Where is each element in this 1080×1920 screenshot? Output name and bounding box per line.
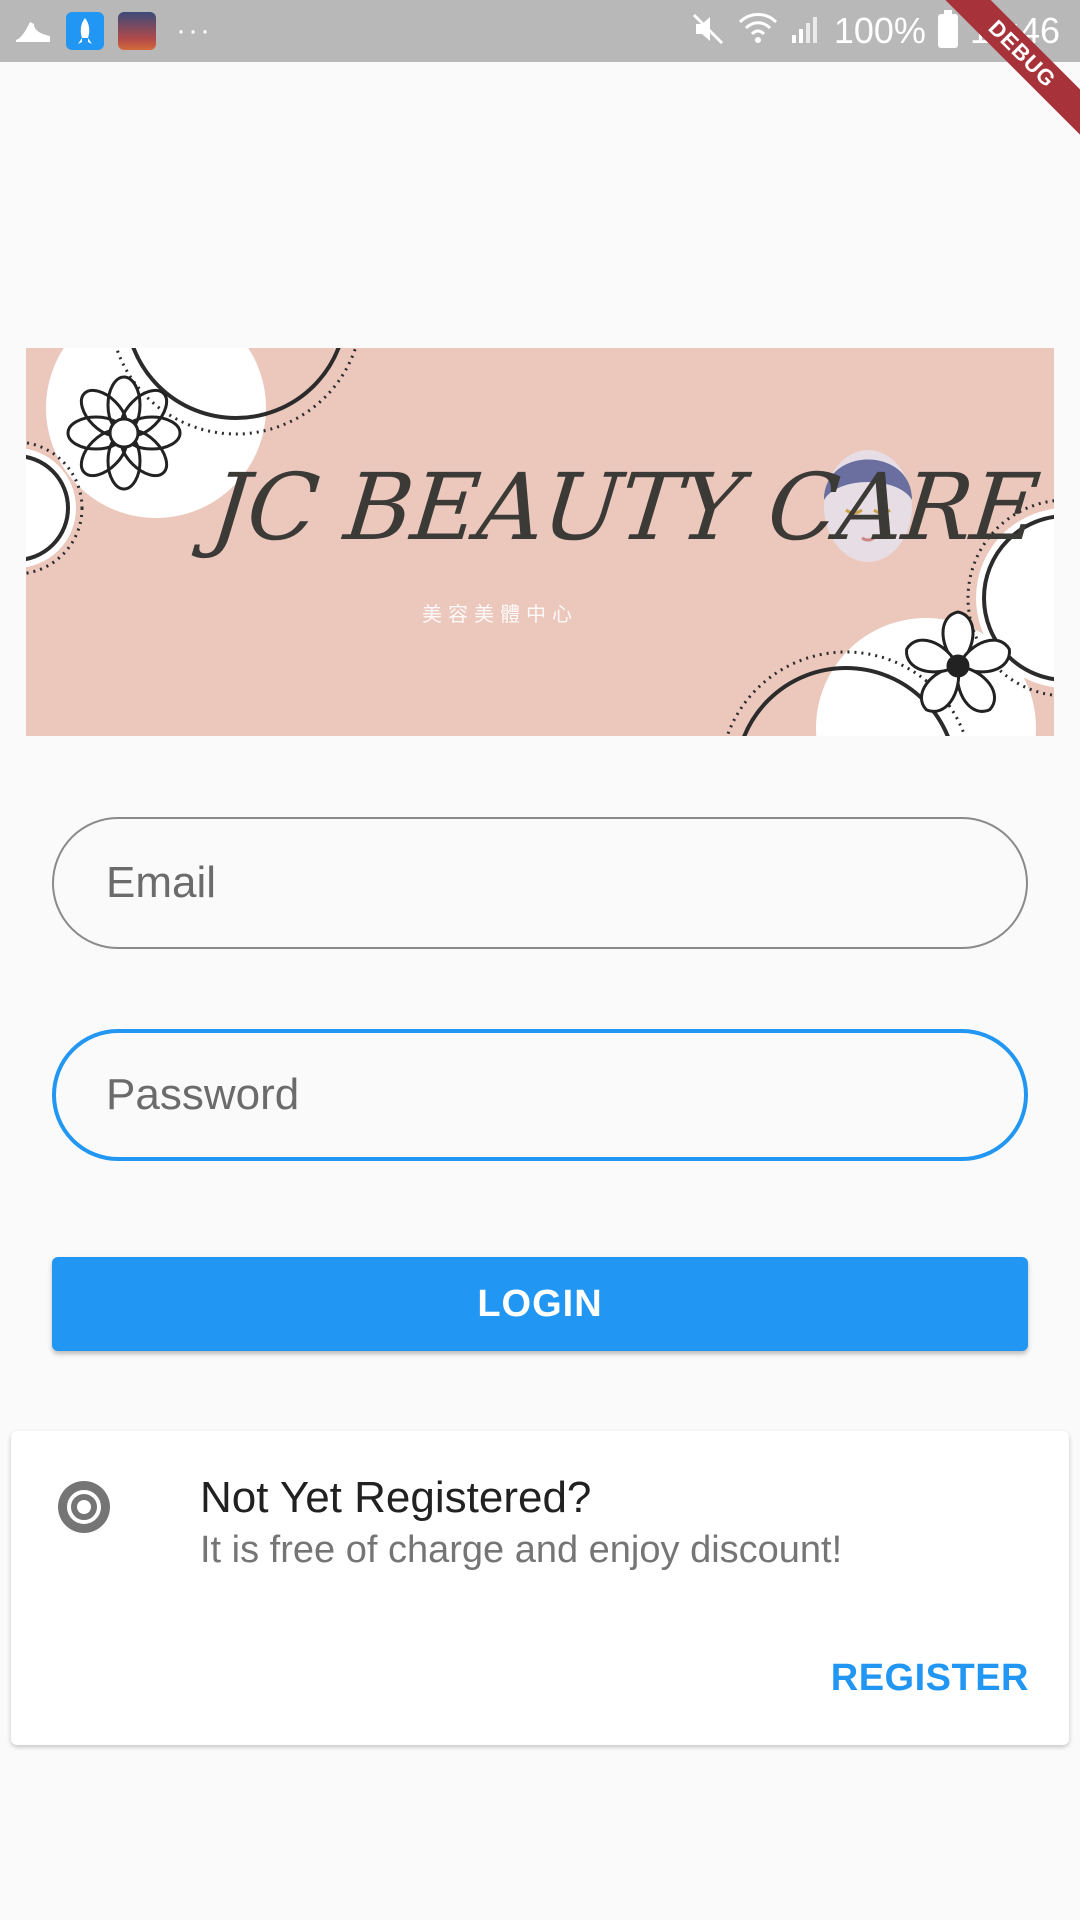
- register-card: Not Yet Registered? It is free of charge…: [11, 1431, 1069, 1745]
- battery-percent: 100%: [833, 10, 926, 51]
- banner-subtitle: 美容美體中心: [422, 604, 578, 626]
- shoe-icon: [14, 12, 52, 50]
- battery-icon: [937, 10, 958, 48]
- login-button[interactable]: LOGIN: [52, 1257, 1028, 1351]
- password-field[interactable]: [52, 1029, 1028, 1161]
- email-field[interactable]: [52, 817, 1028, 949]
- register-card-title: Not Yet Registered?: [200, 1473, 592, 1522]
- system-icons: 100% 15:46: [690, 8, 1060, 54]
- register-card-subtitle: It is free of charge and enjoy discount!: [200, 1529, 843, 1571]
- rocket-app-icon: [66, 12, 104, 50]
- signal-icon: [790, 13, 822, 50]
- email-input[interactable]: [54, 819, 1026, 947]
- photo-app-icon: [118, 12, 156, 50]
- radio-button-icon: [58, 1481, 110, 1533]
- status-bar: ··· 100% 15:46: [0, 0, 1080, 62]
- wifi-icon: [738, 12, 778, 51]
- banner-title: JC BEAUTY CARE: [206, 454, 1044, 561]
- password-input[interactable]: [56, 1033, 1024, 1157]
- overflow-dots: ···: [176, 14, 212, 47]
- register-button[interactable]: REGISTER: [831, 1657, 1029, 1700]
- mute-icon: [690, 11, 726, 52]
- brand-banner: JC BEAUTY CARE 美容美體中心: [26, 348, 1054, 736]
- clock: 15:46: [969, 10, 1060, 51]
- notification-icons: ···: [14, 10, 212, 52]
